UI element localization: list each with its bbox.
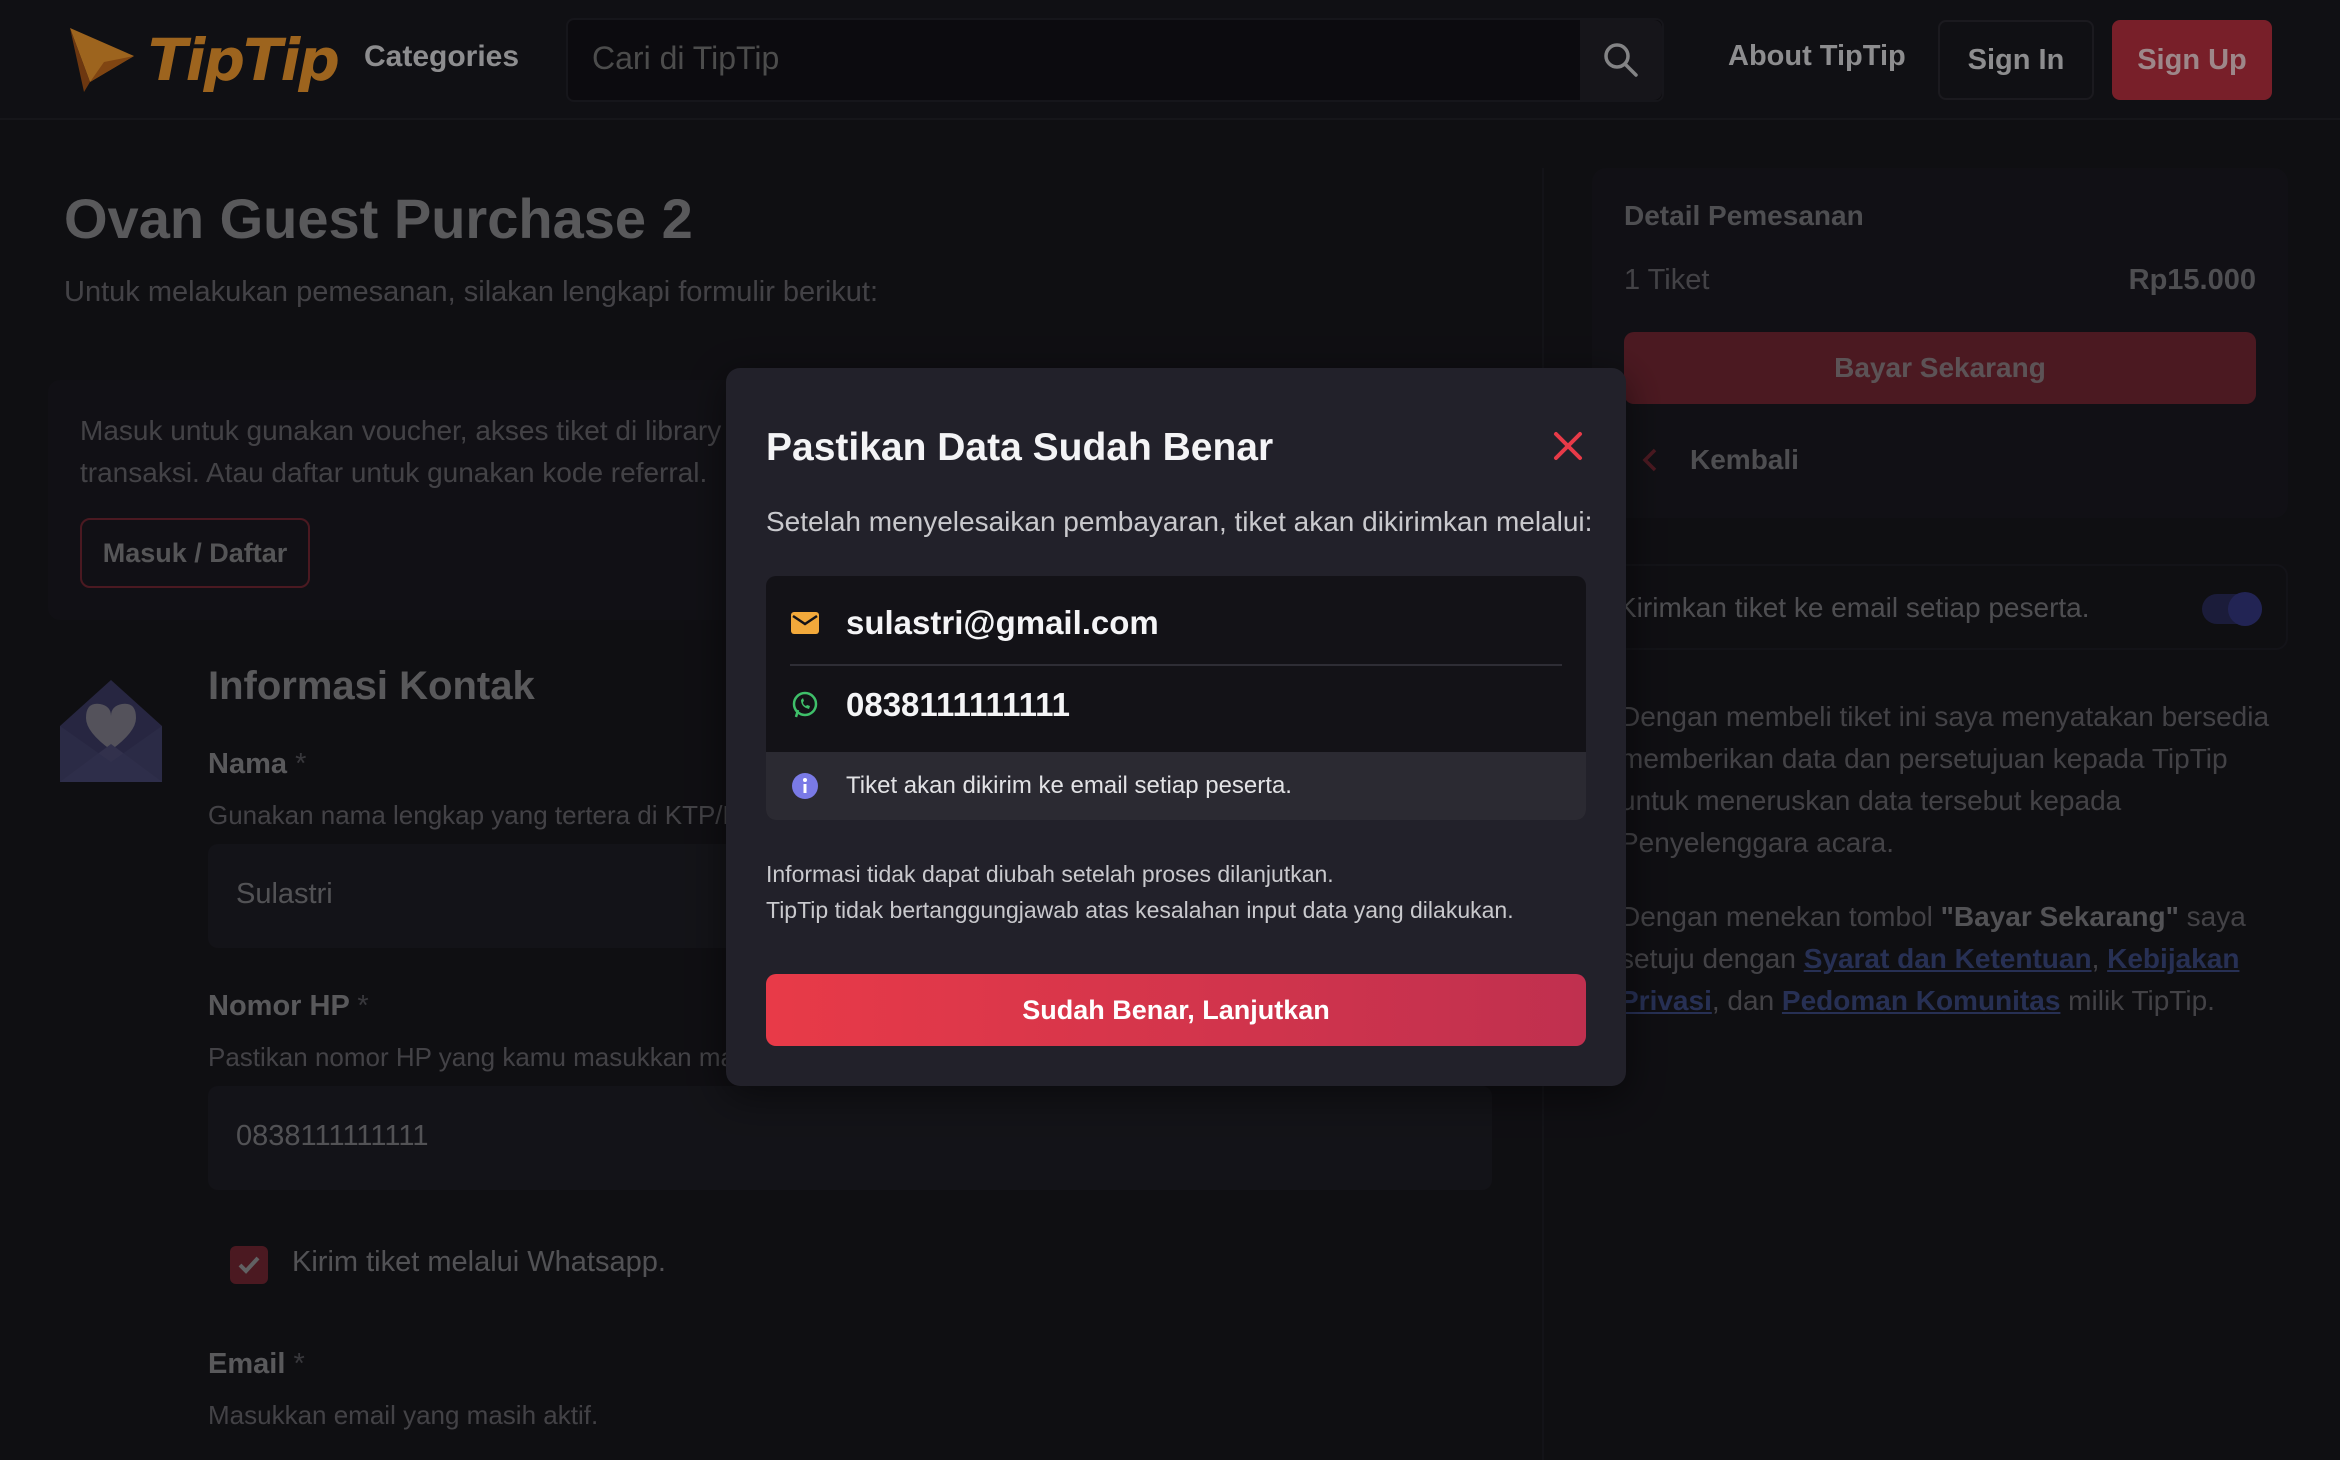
modal-note: Informasi tidak dapat diubah setelah pro…	[766, 856, 1514, 928]
confirm-data-modal: Pastikan Data Sudah Benar Setelah menyel…	[726, 368, 1626, 1086]
note-line-2: TipTip tidak bertanggungjawab atas kesal…	[766, 897, 1514, 923]
delivery-phone: 0838111111111	[846, 686, 1071, 723]
delivery-summary-box: sulastri@gmail.com 0838111111111 Tiket a…	[766, 576, 1586, 820]
note-line-1: Informasi tidak dapat diubah setelah pro…	[766, 861, 1334, 887]
confirm-continue-button[interactable]: Sudah Benar, Lanjutkan	[766, 974, 1586, 1046]
modal-title: Pastikan Data Sudah Benar	[766, 426, 1274, 469]
info-banner: Tiket akan dikirim ke email setiap peser…	[766, 752, 1586, 820]
email-row: sulastri@gmail.com	[790, 604, 1159, 642]
info-text: Tiket akan dikirim ke email setiap peser…	[846, 772, 1292, 799]
delivery-email: sulastri@gmail.com	[846, 604, 1159, 641]
close-icon[interactable]	[1548, 426, 1588, 466]
row-separator	[790, 664, 1562, 666]
modal-subtitle: Setelah menyelesaikan pembayaran, tiket …	[766, 506, 1593, 537]
mail-icon	[791, 612, 819, 634]
phone-row: 0838111111111	[790, 686, 1070, 724]
info-icon	[792, 773, 818, 799]
whatsapp-icon	[792, 691, 818, 718]
